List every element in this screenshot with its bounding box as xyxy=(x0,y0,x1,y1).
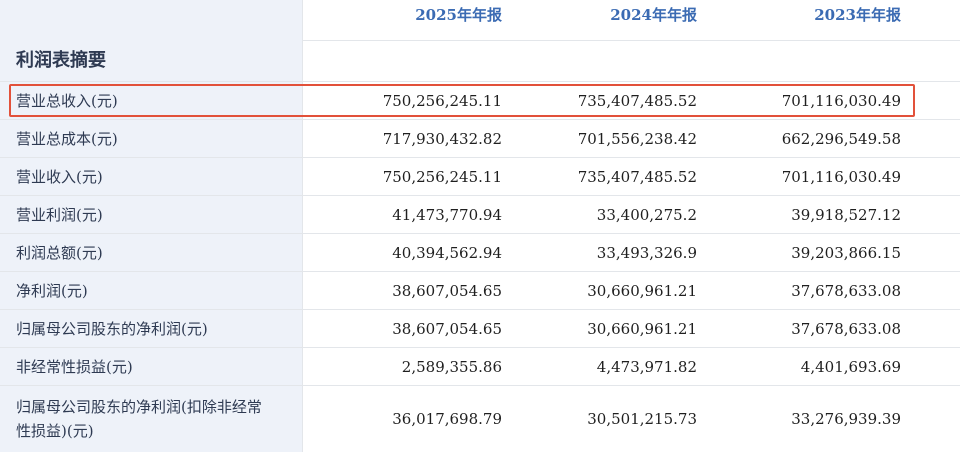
header-blank-cell xyxy=(0,0,303,40)
section-title: 利润表摘要 xyxy=(16,50,106,71)
table-row: 营业总成本(元) 717,930,432.82 701,556,238.42 6… xyxy=(0,120,960,158)
row-label: 营业利润(元) xyxy=(16,206,103,224)
value-2024: 30,501,215.73 xyxy=(587,410,697,428)
header-2025: 2025年年报 xyxy=(415,6,502,24)
table-row: 归属母公司股东的净利润(扣除非经常 性损益)(元) 36,017,698.79 … xyxy=(0,386,960,452)
highlight-box xyxy=(9,84,915,117)
table-row: 利润总额(元) 40,394,562.94 33,493,326.9 39,20… xyxy=(0,234,960,272)
value-2024: 735,407,485.52 xyxy=(577,168,697,186)
value-2023: 4,401,693.69 xyxy=(800,358,901,376)
value-2023: 37,678,633.08 xyxy=(791,320,901,338)
value-2023: 33,276,939.39 xyxy=(791,410,901,428)
value-2024: 701,556,238.42 xyxy=(577,130,697,148)
row-label: 归属母公司股东的净利润(元) xyxy=(16,320,208,338)
section-title-row: 利润表摘要 xyxy=(0,40,960,82)
value-2025: 750,256,245.11 xyxy=(382,168,502,186)
row-label: 利润总额(元) xyxy=(16,244,103,262)
row-label: 净利润(元) xyxy=(16,282,88,300)
row-label: 非经常性损益(元) xyxy=(16,358,133,376)
table-row: 营业利润(元) 41,473,770.94 33,400,275.2 39,91… xyxy=(0,196,960,234)
value-2024: 30,660,961.21 xyxy=(587,320,697,338)
value-2025: 40,394,562.94 xyxy=(392,244,502,262)
value-2025: 38,607,054.65 xyxy=(392,320,502,338)
row-label-line2: 性损益)(元) xyxy=(16,422,94,440)
value-2025: 2,589,355.86 xyxy=(401,358,502,376)
table-header-row: 2025年年报 2024年年报 2023年年报 xyxy=(0,0,960,41)
value-2024: 33,493,326.9 xyxy=(596,244,697,262)
header-2024: 2024年年报 xyxy=(610,6,697,24)
row-label-line1: 归属母公司股东的净利润(扣除非经常 xyxy=(16,398,262,416)
header-2023: 2023年年报 xyxy=(814,6,901,24)
value-2025: 36,017,698.79 xyxy=(392,410,502,428)
table-row: 归属母公司股东的净利润(元) 38,607,054.65 30,660,961.… xyxy=(0,310,960,348)
value-2024: 33,400,275.2 xyxy=(596,206,697,224)
value-2023: 39,918,527.12 xyxy=(791,206,901,224)
value-2023: 662,296,549.58 xyxy=(781,130,901,148)
value-2023: 39,203,866.15 xyxy=(791,244,901,262)
value-2025: 717,930,432.82 xyxy=(382,130,502,148)
row-label: 营业总成本(元) xyxy=(16,130,118,148)
value-2024: 30,660,961.21 xyxy=(587,282,697,300)
value-2025: 41,473,770.94 xyxy=(392,206,502,224)
table-row: 非经常性损益(元) 2,589,355.86 4,473,971.82 4,40… xyxy=(0,348,960,386)
value-2023: 701,116,030.49 xyxy=(781,168,901,186)
row-label: 营业收入(元) xyxy=(16,168,103,186)
table-row: 营业收入(元) 750,256,245.11 735,407,485.52 70… xyxy=(0,158,960,196)
value-2024: 4,473,971.82 xyxy=(596,358,697,376)
table-row: 净利润(元) 38,607,054.65 30,660,961.21 37,67… xyxy=(0,272,960,310)
value-2025: 38,607,054.65 xyxy=(392,282,502,300)
value-2023: 37,678,633.08 xyxy=(791,282,901,300)
